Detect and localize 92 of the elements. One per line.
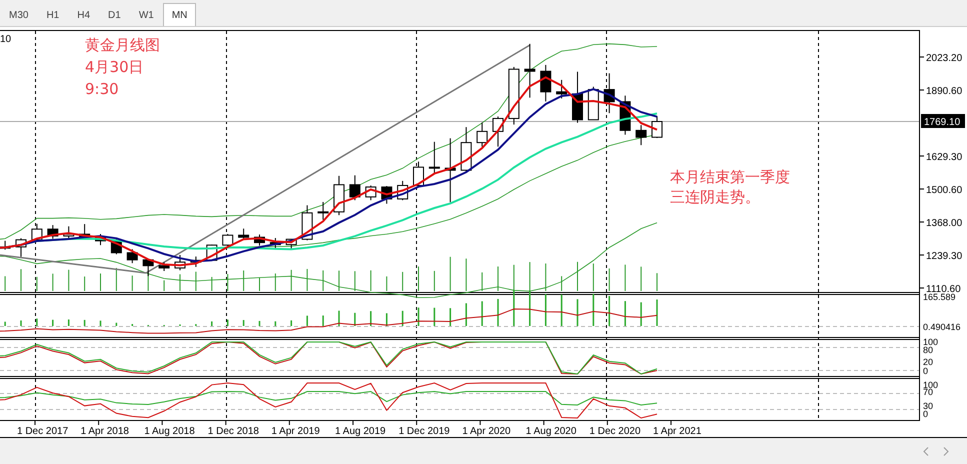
candlestick — [508, 66, 520, 126]
axis-tick — [920, 254, 924, 256]
axis-tick — [416, 420, 418, 426]
price-label: 1110.60 — [926, 284, 961, 295]
date-label: 1 Aug 2019 — [335, 426, 386, 437]
candlestick — [397, 180, 408, 201]
candlestick — [428, 141, 440, 174]
axis-tick — [98, 420, 100, 426]
current-price-label: 1769.10 — [921, 114, 965, 128]
date-label: 1 Aug 2018 — [144, 426, 195, 437]
date-label: 1 Apr 2021 — [653, 426, 702, 437]
candlestick — [318, 201, 329, 220]
candlestick — [572, 71, 583, 124]
timeframe-tab[interactable]: D1 — [99, 3, 130, 26]
candlestick — [349, 174, 360, 201]
candlestick — [444, 138, 456, 203]
candlestick — [174, 254, 186, 271]
indicator-scale-label: 70 — [923, 387, 934, 397]
axis-tick — [670, 420, 672, 426]
timeframe-tab[interactable]: M30 — [0, 3, 38, 26]
axis-tick — [225, 420, 226, 426]
axis-tick — [480, 420, 481, 426]
price-label: 1368.00 — [926, 218, 962, 229]
candlestick — [460, 126, 472, 174]
axis-tick — [606, 420, 608, 426]
date-label: 1 Dec 2018 — [208, 426, 259, 437]
annotation-text: 黄金月线图 4月30日 9:30 — [85, 36, 160, 98]
timeframe-tab[interactable]: MN — [162, 3, 196, 26]
indicator-scale-label: 165.589 — [923, 292, 956, 302]
indicator-scale-label: 0 — [923, 366, 928, 376]
candlestick — [95, 233, 106, 246]
date-label: 1 Apr 2018 — [80, 426, 129, 437]
timeframe-tab[interactable]: W1 — [130, 3, 163, 26]
indicator-scale-label: 0.490416 — [923, 322, 961, 332]
date-label: 1 Dec 2019 — [398, 426, 450, 437]
date-label: 1 Aug 2020 — [526, 426, 576, 437]
candlestick — [47, 224, 58, 240]
timeframe-tab[interactable]: H1 — [37, 3, 68, 26]
indicator-scale-label: 100 — [923, 337, 938, 347]
candlestick — [636, 124, 647, 146]
candlestick — [270, 238, 281, 250]
axis-tick — [920, 56, 924, 58]
candlestick — [158, 262, 170, 272]
candlestick — [540, 64, 552, 102]
candlestick — [334, 175, 344, 216]
scroll-left-icon[interactable] — [923, 446, 929, 456]
date-label: 1 Dec 2017 — [17, 426, 68, 437]
date-label: 1 Apr 2020 — [462, 426, 511, 437]
axis-tick — [34, 420, 36, 426]
axis-tick — [162, 420, 163, 426]
price-label: 2023.20 — [926, 53, 962, 64]
candlestick — [365, 184, 376, 201]
candlestick — [302, 204, 313, 241]
date-label: 1 Apr 2019 — [271, 426, 320, 437]
indicator-scale-label: 100 — [923, 380, 938, 390]
candlestick — [63, 226, 74, 240]
candlestick — [286, 238, 297, 250]
indicator-scale-label: 0 — [923, 409, 928, 419]
candlestick — [126, 248, 138, 264]
candlestick — [16, 238, 26, 258]
candlestick — [556, 79, 568, 99]
candlestick — [524, 43, 536, 98]
price-label: 1890.60 — [926, 86, 962, 97]
chart-header: 10 — [0, 34, 12, 45]
indicator-scale-label: 20 — [923, 357, 934, 367]
annotation-text: 本月结束第一季度 三连阴走势。 — [670, 168, 790, 206]
candlestick — [620, 95, 631, 136]
indicator-scale-label: 30 — [923, 401, 934, 411]
price-label: 1500.60 — [926, 185, 962, 196]
candlestick — [476, 122, 488, 148]
price-label: 1239.30 — [926, 251, 962, 262]
candlestick — [254, 234, 265, 246]
indicator-scale-label: 80 — [923, 345, 934, 355]
date-label: 1 Dec 2020 — [589, 426, 641, 437]
candlestick — [142, 259, 154, 277]
candlestick — [381, 185, 392, 204]
candlestick — [31, 223, 42, 241]
price-label: 1629.30 — [926, 152, 962, 163]
candlestick — [652, 116, 662, 139]
candlestick — [190, 256, 202, 268]
timeframe-tab[interactable]: H4 — [68, 3, 100, 26]
candlestick — [79, 224, 90, 239]
scroll-right-icon[interactable] — [943, 446, 949, 456]
axis-tick — [288, 420, 290, 426]
candlestick — [492, 116, 504, 148]
axis-tick — [920, 188, 924, 190]
axis-tick — [543, 420, 544, 426]
candlestick — [222, 233, 234, 248]
candlestick — [238, 228, 250, 240]
axis-tick — [352, 420, 354, 426]
candlestick — [604, 72, 615, 114]
candlestick — [413, 161, 424, 186]
